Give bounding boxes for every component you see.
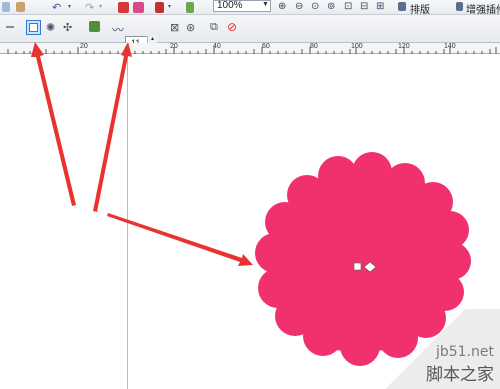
watermark-site-name: 脚本之家 [426,365,494,385]
add-node-icon[interactable] [89,21,100,32]
zoom-dropdown-icon[interactable]: ▼ [262,1,269,8]
application-launcher-icon[interactable] [155,2,164,13]
zoom-height-icon[interactable]: ⊞ [376,1,384,12]
property-bar: ✺ ✣ 〰 -11 ▲▼ ⊠ ⊛ ⧉ ⊘ [0,15,500,51]
zoom-in-icon[interactable]: ⊕ [278,1,286,12]
watermark-url: jb51.net [435,344,494,360]
zoom-out-icon[interactable]: ⊖ [295,1,303,12]
center-distortion-icon[interactable]: ⊠ [170,21,179,34]
clear-distortion-icon[interactable]: ⊘ [227,20,237,34]
random-smooth-button[interactable] [26,20,41,35]
ruler-label: 40 [213,43,221,50]
undo-dropdown-icon[interactable]: ▾ [68,3,71,10]
layout-icon [398,2,406,11]
ruler-label: 100 [351,43,363,50]
layout-button[interactable]: 排版 [410,1,430,16]
paste-icon[interactable] [16,2,25,12]
import-icon[interactable] [118,2,129,13]
curve-tolerance-icon: 〰 [112,23,125,37]
random-shape-icon [29,23,38,32]
distortion-settings-icon[interactable]: ⊛ [186,21,195,34]
redo-dropdown-icon[interactable]: ▾ [99,3,102,10]
watermark: jb51.net 脚本之家 [426,344,494,385]
ruler-label: 20 [80,43,88,50]
welcome-screen-icon[interactable] [186,2,194,13]
zoom-all-icon[interactable]: ⊚ [327,1,335,12]
vertical-guideline[interactable] [127,55,128,389]
redo-icon[interactable]: ↷ [85,1,94,14]
copy-properties-icon[interactable]: ⧉ [210,21,218,34]
ruler-label: 60 [262,43,270,50]
ruler-label: 120 [398,43,410,50]
standard-toolbar: ↶ ▾ ↷ ▾ ▾ 100% ▼ ⊕ ⊖ ⊙ ⊚ ⊡ ⊟ ⊞ 排版 增强插件 [0,0,500,16]
ruler-label: 80 [310,43,318,50]
export-icon[interactable] [133,2,144,13]
ruler-label: 140 [444,43,456,50]
star-shape-icon[interactable]: ✺ [46,21,55,34]
distort-shape-icon[interactable]: ✣ [63,21,72,34]
horizontal-ruler[interactable]: 20 20 40 60 80 100 120 140 [0,43,500,54]
ruler-label: 20 [170,43,178,50]
zoom-page-icon[interactable]: ⊡ [344,1,352,12]
zoom-selected-icon[interactable]: ⊙ [311,1,319,12]
enhance-plugin-icon [456,2,463,11]
zoom-width-icon[interactable]: ⊟ [360,1,368,12]
ruler-ticks [7,47,497,54]
line-mode-icon[interactable] [6,26,14,28]
launcher-dropdown-icon[interactable]: ▾ [168,3,171,10]
undo-icon[interactable]: ↶ [52,1,61,14]
enhance-plugin-button[interactable]: 增强插件 [466,1,500,16]
copy-icon[interactable] [2,2,10,12]
